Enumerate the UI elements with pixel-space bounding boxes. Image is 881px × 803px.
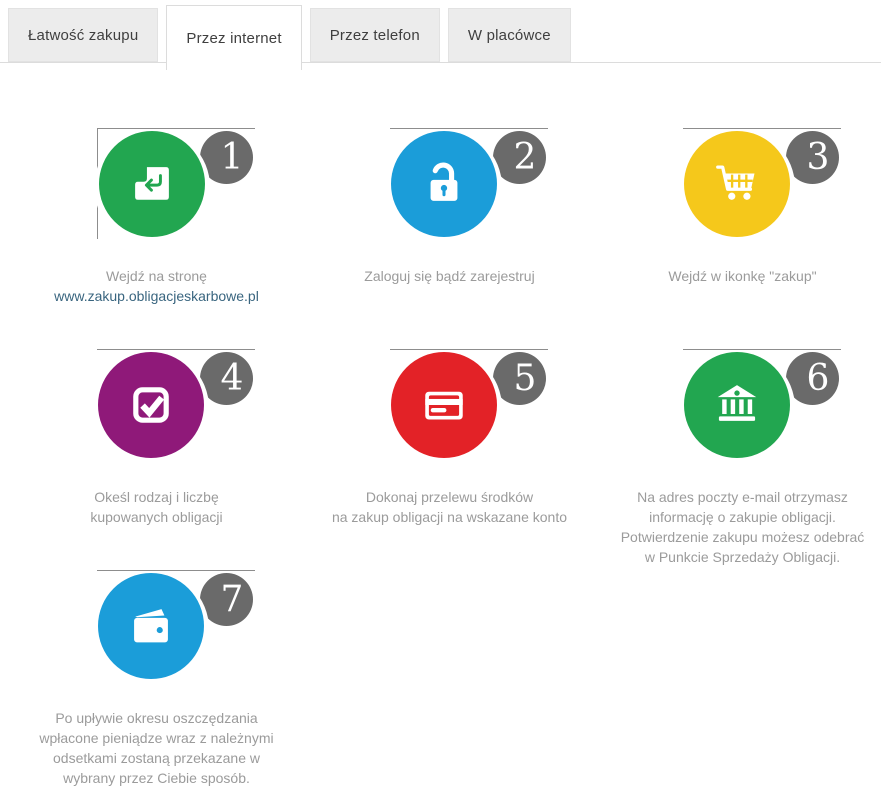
- caption-line: Potwierdzenie zakupu możesz odebrać: [596, 527, 881, 547]
- step-1-tile: 1: [97, 128, 255, 239]
- step-3-circle: [684, 131, 790, 237]
- step-1-caption: Wejdź na stronę www.zakup.obligacjeskarb…: [10, 266, 303, 306]
- step-4-circle: [98, 352, 204, 458]
- step-6-circle: [684, 352, 790, 458]
- step-3-tile: 3: [683, 128, 841, 239]
- step-6-caption: Na adres poczty e-mail otrzymasz informa…: [596, 487, 881, 567]
- tab-w-placowce[interactable]: W placówce: [448, 8, 571, 62]
- caption-line: wybrany przez Ciebie sposób.: [10, 768, 303, 788]
- caption-line: wpłacone pieniądze wraz z należnymi: [10, 728, 303, 748]
- step-7-circle: [98, 573, 204, 679]
- bank-building-icon: [709, 377, 765, 433]
- step-7-tile: 7: [97, 570, 255, 681]
- step-6: 6 Na adres poczty e-mail otrzymasz infor…: [596, 349, 881, 570]
- step-2-tile: 2: [390, 128, 548, 239]
- caption-line: Wejdź na stronę: [10, 266, 303, 286]
- caption-line: Okeśl rodzaj i liczbę: [10, 487, 303, 507]
- step-1-circle: [99, 131, 205, 237]
- wallet-icon: [123, 598, 179, 654]
- caption-line: Dokonaj przelewu środków: [303, 487, 596, 507]
- step-6-tile: 6: [683, 349, 841, 460]
- step-7-caption: Po upływie okresu oszczędzania wpłacone …: [10, 708, 303, 788]
- checked-checkbox-icon: [124, 378, 178, 432]
- step-2: 2 Zaloguj się bądź zarejestruj: [303, 128, 596, 349]
- caption-line: w Punkcie Sprzedaży Obligacji.: [596, 547, 881, 567]
- steps-grid: 1 Wejdź na stronę www.zakup.obligacjeska…: [0, 128, 881, 791]
- caption-line: informację o zakupie obligacji.: [596, 507, 881, 527]
- unlocked-padlock-icon: [416, 156, 472, 212]
- tab-bar: Łatwość zakupu Przez internet Przez tele…: [0, 0, 881, 70]
- tab-latwosc-zakupu[interactable]: Łatwość zakupu: [8, 8, 158, 62]
- step-4-caption: Okeśl rodzaj i liczbę kupowanych obligac…: [10, 487, 303, 527]
- caption-line: odsetkami zostaną przekazane w: [10, 748, 303, 768]
- caption-line: Na adres poczty e-mail otrzymasz: [596, 487, 881, 507]
- caption-line: Po upływie okresu oszczędzania: [10, 708, 303, 728]
- step-2-circle: [391, 131, 497, 237]
- enter-key-icon: [125, 157, 179, 211]
- caption-line: Wejdź w ikonkę "zakup": [596, 266, 881, 286]
- zakup-link[interactable]: www.zakup.obligacjeskarbowe.pl: [54, 288, 259, 304]
- step-7: 7 Po upływie okresu oszczędzania wpłacon…: [10, 570, 303, 791]
- step-2-caption: Zaloguj się bądź zarejestruj: [303, 266, 596, 286]
- caption-line: Zaloguj się bądź zarejestruj: [303, 266, 596, 286]
- step-4-tile: 4: [97, 349, 255, 460]
- step-5-tile: 5: [390, 349, 548, 460]
- caption-line: kupowanych obligacji: [10, 507, 303, 527]
- step-5-circle: [391, 352, 497, 458]
- caption-line: na zakup obligacji na wskazane konto: [303, 507, 596, 527]
- step-5: 5 Dokonaj przelewu środków na zakup obli…: [303, 349, 596, 570]
- tab-przez-internet[interactable]: Przez internet: [166, 5, 301, 70]
- shopping-cart-icon: [709, 156, 765, 212]
- step-3-caption: Wejdź w ikonkę "zakup": [596, 266, 881, 286]
- step-1: 1 Wejdź na stronę www.zakup.obligacjeska…: [10, 128, 303, 349]
- step-3: 3 Wejdź w ikonkę "zakup": [596, 128, 881, 349]
- tab-bar-divider: [0, 62, 881, 63]
- credit-card-icon: [415, 376, 473, 434]
- step-5-caption: Dokonaj przelewu środków na zakup obliga…: [303, 487, 596, 527]
- tab-przez-telefon[interactable]: Przez telefon: [310, 8, 440, 62]
- step-4: 4 Okeśl rodzaj i liczbę kupowanych oblig…: [10, 349, 303, 570]
